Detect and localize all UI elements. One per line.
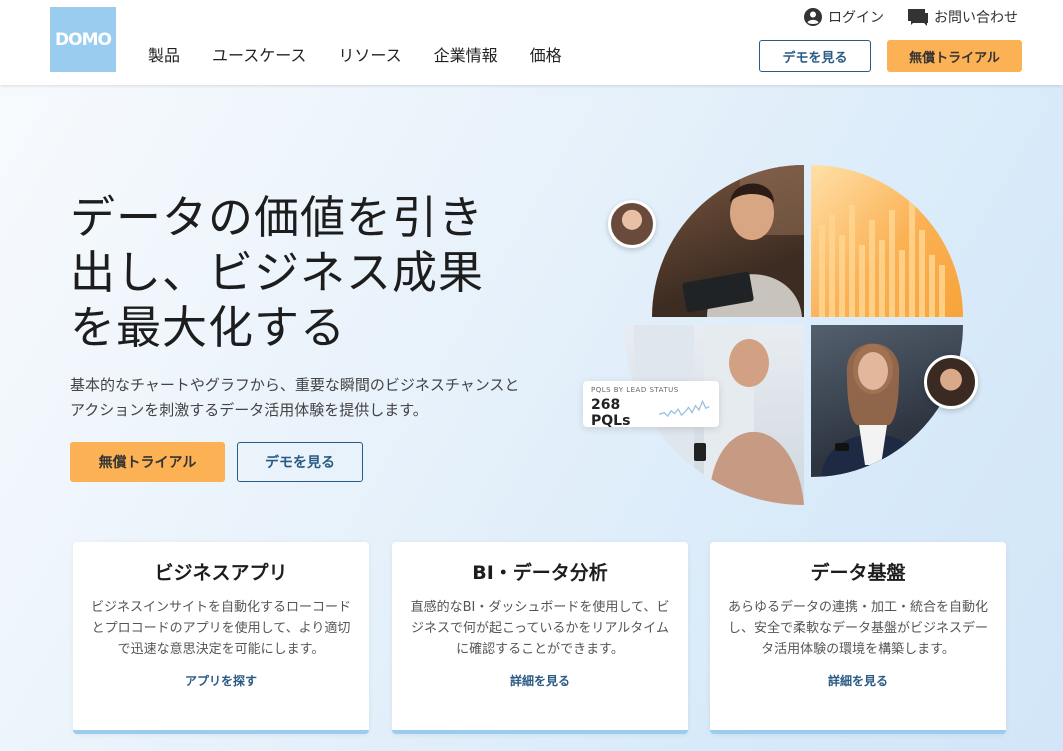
logo-text: DOMO bbox=[55, 29, 112, 50]
metric-value: 268 PQLs bbox=[591, 397, 631, 429]
nav-item-products[interactable]: 製品 bbox=[148, 42, 180, 66]
header-trial-button[interactable]: 無償トライアル bbox=[887, 40, 1022, 72]
card-title: BI・データ分析 bbox=[472, 562, 608, 584]
hero-subtitle: 基本的なチャートやグラフから、重要な瞬間のビジネスチャンスとアクションを刺激する… bbox=[70, 376, 520, 419]
photo-man-with-tablet bbox=[652, 165, 804, 317]
hero-title: データの価値を引き出し、ビジネス成果を最大化する bbox=[70, 191, 485, 354]
sparkline-icon bbox=[658, 399, 710, 417]
site-header: DOMO 製品 ユースケース リソース 企業情報 価格 ログイン お問い合わせ … bbox=[0, 0, 1063, 85]
card-description: 直感的なBI・ダッシュボードを使用して、ビジネスで何が起こっているかをリアルタイ… bbox=[410, 600, 670, 657]
card-data-foundation: データ基盤 あらゆるデータの連携・加工・統合を自動化し、安全で柔軟なデータ基盤が… bbox=[710, 542, 1006, 734]
login-label: ログイン bbox=[828, 10, 884, 26]
hero-visual: PQLS BY LEAD STATUS 268 PQLs bbox=[580, 165, 1000, 510]
hero-demo-button[interactable]: デモを見る bbox=[237, 442, 363, 482]
main-nav: 製品 ユースケース リソース 企業情報 価格 bbox=[148, 42, 562, 66]
avatar-woman-1 bbox=[608, 200, 656, 248]
nav-item-company[interactable]: 企業情報 bbox=[434, 42, 498, 66]
card-link-explore-apps[interactable]: アプリを探す bbox=[185, 672, 257, 689]
contact-link[interactable]: お問い合わせ bbox=[907, 7, 1018, 27]
domo-logo[interactable]: DOMO bbox=[50, 7, 116, 72]
card-link-learn-more[interactable]: 詳細を見る bbox=[828, 672, 888, 689]
photo-orange-bar-chart bbox=[811, 165, 963, 317]
nav-item-pricing[interactable]: 価格 bbox=[530, 42, 562, 66]
card-link-learn-more[interactable]: 詳細を見る bbox=[510, 672, 570, 689]
metric-label: PQLS BY LEAD STATUS bbox=[591, 386, 679, 394]
card-title: データ基盤 bbox=[810, 562, 906, 584]
hero-trial-button[interactable]: 無償トライアル bbox=[70, 442, 225, 482]
card-description: ビジネスインサイトを自動化するローコードとプロコードのアプリを使用して、より適切… bbox=[90, 600, 351, 657]
nav-item-use-cases[interactable]: ユースケース bbox=[212, 42, 306, 66]
card-bi-analytics: BI・データ分析 直感的なBI・ダッシュボードを使用して、ビジネスで何が起こって… bbox=[392, 542, 688, 734]
avatar-woman-2 bbox=[924, 355, 978, 409]
card-description: あらゆるデータの連携・加工・統合を自動化し、安全で柔軟なデータ基盤がビジネスデー… bbox=[727, 600, 988, 657]
nav-item-resources[interactable]: リソース bbox=[338, 42, 401, 66]
contact-label: お問い合わせ bbox=[934, 10, 1018, 26]
card-title: ビジネスアプリ bbox=[154, 562, 288, 584]
chat-icon bbox=[908, 9, 928, 26]
card-business-apps: ビジネスアプリ ビジネスインサイトを自動化するローコードとプロコードのアプリを使… bbox=[73, 542, 369, 734]
metric-card: PQLS BY LEAD STATUS 268 PQLs bbox=[583, 381, 719, 429]
login-link[interactable]: ログイン bbox=[803, 7, 884, 27]
header-demo-button[interactable]: デモを見る bbox=[759, 40, 871, 72]
user-circle-icon bbox=[804, 8, 822, 26]
